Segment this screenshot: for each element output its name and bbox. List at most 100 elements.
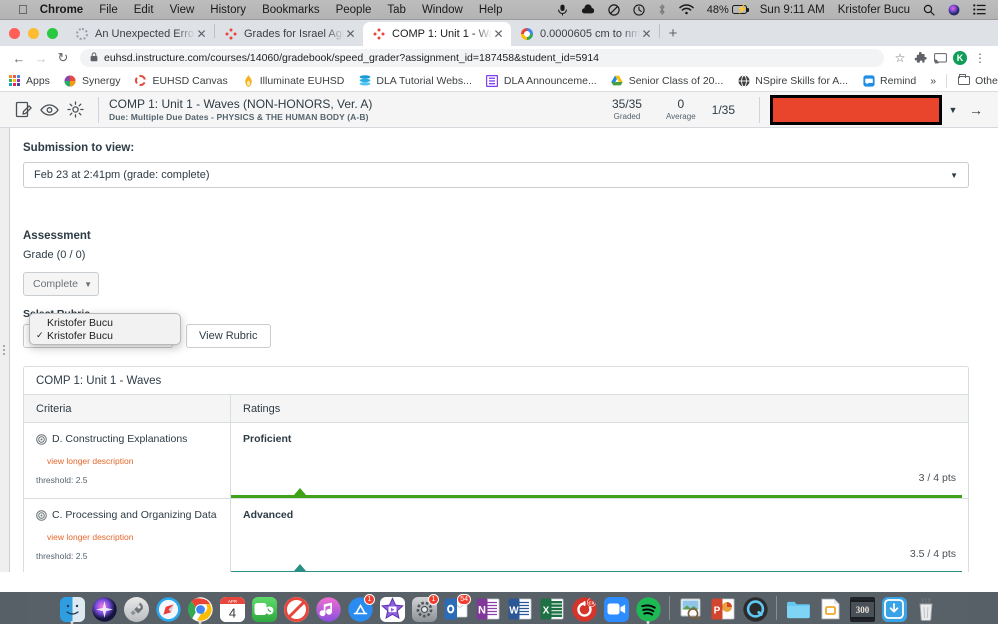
do-not-disturb-icon[interactable]: [608, 4, 620, 16]
dock-item-zoom[interactable]: [602, 595, 630, 623]
close-window-button[interactable]: [9, 28, 20, 39]
dock-item-trash[interactable]: [912, 595, 940, 623]
extensions-puzzle-icon[interactable]: [910, 48, 930, 68]
submission-select[interactable]: Feb 23 at 2:41pm (grade: complete) ▼: [23, 162, 969, 188]
menu-bar-clock[interactable]: Sun 9:11 AM: [760, 4, 825, 16]
bookmark-euhsd-canvas[interactable]: EUHSD Canvas: [134, 74, 227, 87]
profile-avatar[interactable]: K: [950, 48, 970, 68]
dock-item-itunes[interactable]: [314, 595, 342, 623]
bookmarks-overflow-button[interactable]: »: [930, 75, 936, 87]
dock-item-spotify[interactable]: [634, 595, 662, 623]
dock-item-powerpoint[interactable]: P: [709, 595, 737, 623]
browser-tab-0[interactable]: An Unexpected Error has occu ✕: [66, 22, 214, 46]
dock-item-appstore[interactable]: 1: [346, 595, 374, 623]
menu-item-people[interactable]: People: [336, 4, 372, 16]
view-rubric-button[interactable]: View Rubric: [186, 324, 271, 348]
bookmark-nspire[interactable]: NSpire Skills for A...: [737, 74, 848, 87]
dock-item-siri[interactable]: [90, 595, 118, 623]
dock-item-excel[interactable]: X: [538, 595, 566, 623]
address-bar[interactable]: euhsd.instructure.com/courses/14060/grad…: [80, 49, 884, 67]
gear-settings-icon[interactable]: [62, 97, 88, 123]
dock-item-system-preferences[interactable]: 1: [410, 595, 438, 623]
dock-item-document-file[interactable]: [816, 595, 844, 623]
forward-button[interactable]: →: [30, 47, 52, 69]
dock-item-imovie[interactable]: [378, 595, 406, 623]
menu-item-view[interactable]: View: [170, 4, 195, 16]
cast-icon[interactable]: [930, 48, 950, 68]
dock-item-chrome[interactable]: [186, 595, 214, 623]
microphone-icon[interactable]: [557, 4, 568, 16]
dock-item-facetime[interactable]: [250, 595, 278, 623]
close-tab-icon[interactable]: ✕: [492, 28, 505, 41]
menu-item-bookmarks[interactable]: Bookmarks: [262, 4, 320, 16]
bluetooth-icon[interactable]: [658, 3, 666, 16]
siri-icon[interactable]: [948, 4, 960, 16]
image-thumbnail-icon: 300: [850, 597, 875, 622]
new-tab-button[interactable]: +: [660, 20, 686, 46]
spotlight-search-icon[interactable]: [923, 4, 935, 16]
menu-item-history[interactable]: History: [210, 4, 246, 16]
menu-bar-username[interactable]: Kristofer Bucu: [838, 4, 910, 16]
dock-item-image-300[interactable]: 300: [848, 595, 876, 623]
profile-initial: K: [953, 51, 967, 65]
dock-item-cx-timer[interactable]: CX: [570, 595, 598, 623]
bookmark-synergy[interactable]: Synergy: [64, 74, 121, 87]
view-longer-description-link[interactable]: view longer description: [47, 532, 218, 542]
close-tab-icon[interactable]: ✕: [344, 28, 357, 41]
rubric-option-1-selected[interactable]: ✓ Kristofer Bucu: [30, 329, 180, 342]
dock-item-onenote[interactable]: N: [474, 595, 502, 623]
control-center-icon[interactable]: [973, 4, 986, 15]
dock-item-finder[interactable]: [58, 595, 86, 623]
bookmark-dla-announcements[interactable]: DLA Announceme...: [486, 74, 597, 87]
back-button[interactable]: ←: [8, 47, 30, 69]
dock-item-safari[interactable]: [154, 595, 182, 623]
grade-select[interactable]: Complete ▼: [23, 272, 99, 296]
pane-resize-handle[interactable]: [0, 128, 10, 572]
rubric-option-0[interactable]: Kristofer Bucu: [30, 316, 180, 329]
browser-tab-3[interactable]: 0.0000605 cm to nm - Google ✕: [511, 22, 659, 46]
menu-item-tab[interactable]: Tab: [387, 4, 406, 16]
dock-item-launchpad[interactable]: [122, 595, 150, 623]
bookmark-other-bookmarks[interactable]: Other Bookmarks: [957, 74, 998, 87]
dock-item-install-disk[interactable]: [880, 595, 908, 623]
cloud-icon[interactable]: [581, 4, 595, 15]
menu-item-edit[interactable]: Edit: [134, 4, 154, 16]
view-longer-description-link[interactable]: view longer description: [47, 456, 218, 466]
assignment-details-icon[interactable]: [10, 97, 36, 123]
close-tab-icon[interactable]: ✕: [195, 28, 208, 41]
dock-item-quicktime[interactable]: [741, 595, 769, 623]
reload-button[interactable]: ↻: [52, 47, 74, 69]
bookmark-remind[interactable]: Remind: [862, 74, 916, 87]
canvas-speedgrader-page: COMP 1: Unit 1 - Waves (NON-HONORS, Ver.…: [0, 92, 998, 572]
menu-item-help[interactable]: Help: [479, 4, 503, 16]
bookmark-senior-class[interactable]: Senior Class of 20...: [611, 74, 724, 87]
minimize-window-button[interactable]: [28, 28, 39, 39]
dock-item-calendar[interactable]: APR4: [218, 595, 246, 623]
close-tab-icon[interactable]: ✕: [640, 28, 653, 41]
bookmark-dla-tutorial[interactable]: DLA Tutorial Webs...: [358, 74, 472, 87]
bookmark-illuminate[interactable]: Illuminate EUHSD: [242, 74, 345, 87]
student-selector-chevron-down-icon[interactable]: ▼: [942, 97, 964, 123]
time-machine-icon[interactable]: [633, 4, 645, 16]
wifi-icon[interactable]: [679, 4, 694, 15]
browser-tab-1[interactable]: Grades for Israel Aguilar: PHYS ✕: [215, 22, 363, 46]
rubric-select-dropdown[interactable]: Kristofer Bucu ✓ Kristofer Bucu: [29, 313, 181, 345]
dock-item-word[interactable]: W: [506, 595, 534, 623]
menu-item-file[interactable]: File: [99, 4, 118, 16]
menu-item-window[interactable]: Window: [422, 4, 463, 16]
eye-preview-icon[interactable]: [36, 97, 62, 123]
bookmark-star-icon[interactable]: ☆: [890, 48, 910, 68]
maximize-window-button[interactable]: [47, 28, 58, 39]
dock-item-preview[interactable]: [677, 595, 705, 623]
dock-item-outlook[interactable]: 54: [442, 595, 470, 623]
chrome-menu-icon[interactable]: ⋮: [970, 48, 990, 68]
apple-menu-icon[interactable]: : [18, 3, 28, 16]
browser-tab-2-active[interactable]: COMP 1: Unit 1 - Waves (NON- ✕: [363, 22, 511, 46]
student-selector-redacted[interactable]: [770, 95, 942, 125]
menu-item-chrome[interactable]: Chrome: [40, 4, 83, 16]
dock-item-downloads-folder[interactable]: [784, 595, 812, 623]
dock-item-blocked[interactable]: [282, 595, 310, 623]
battery-indicator[interactable]: 48% ⚡: [707, 4, 747, 16]
bookmark-apps[interactable]: Apps: [8, 74, 50, 87]
next-student-arrow-icon[interactable]: →: [964, 97, 988, 123]
